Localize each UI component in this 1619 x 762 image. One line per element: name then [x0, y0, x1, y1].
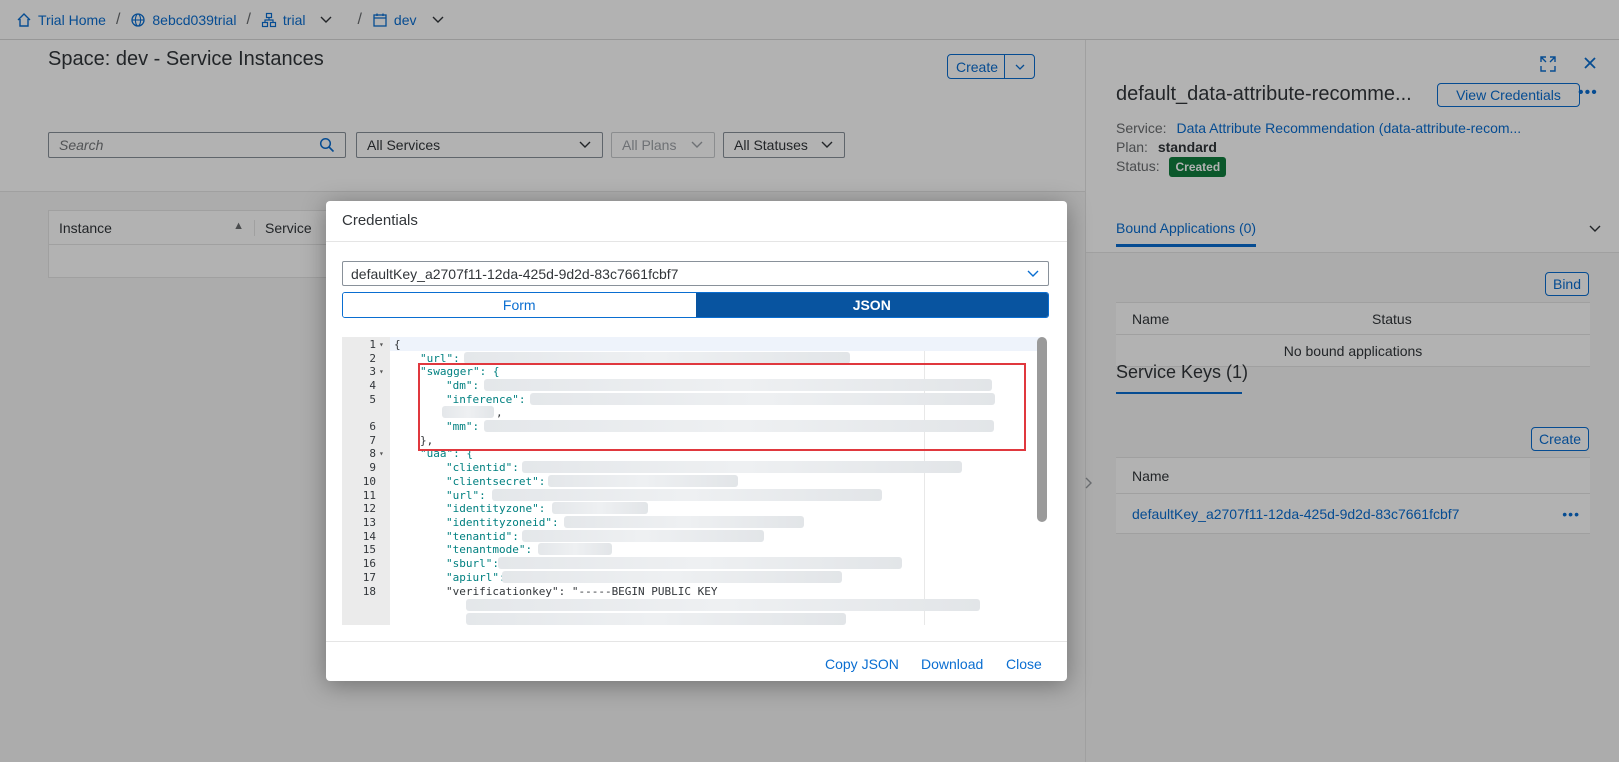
- redacted-value: [498, 557, 902, 569]
- editor-scrollbar[interactable]: [1037, 337, 1047, 522]
- redacted-value: [502, 571, 842, 583]
- redacted-value: [466, 599, 980, 611]
- view-mode-toggle: Form JSON: [342, 292, 1049, 318]
- line-number: 9: [369, 461, 376, 474]
- redacted-value: [466, 613, 846, 625]
- chevron-down-icon: [1027, 270, 1039, 277]
- fold-arrow-icon[interactable]: ▾: [379, 340, 384, 349]
- line-number: 1: [369, 338, 376, 351]
- code-line: "clientsecret":: [446, 475, 546, 488]
- download-button[interactable]: Download: [921, 656, 983, 672]
- code-line: "sburl":: [446, 557, 499, 570]
- redacted-value: [522, 461, 962, 473]
- line-number: 8: [369, 447, 376, 460]
- code-line: "url":: [446, 489, 486, 502]
- line-number: 14: [362, 530, 376, 543]
- tab-form[interactable]: Form: [343, 293, 696, 317]
- code-line: "apiurl":: [446, 571, 506, 584]
- line-number: 7: [369, 434, 376, 447]
- code-line: "identityzoneid":: [446, 516, 559, 529]
- code-line: "verificationkey": "-----BEGIN PUBLIC KE…: [446, 585, 718, 598]
- line-number: 11: [362, 489, 376, 502]
- code-line: "tenantid":: [446, 530, 519, 543]
- code-line: "identityzone":: [446, 502, 546, 515]
- redacted-value: [538, 543, 612, 555]
- close-button[interactable]: Close: [1006, 656, 1042, 672]
- line-number: 3: [369, 365, 376, 378]
- line-number: 4: [369, 379, 376, 392]
- code-line: {: [394, 338, 401, 351]
- fold-arrow-icon[interactable]: ▾: [379, 367, 384, 376]
- highlight-annotation-box: [418, 363, 1026, 451]
- redacted-value: [552, 502, 648, 514]
- line-number: 12: [362, 502, 376, 515]
- dialog-footer-divider: [326, 641, 1067, 642]
- line-number: 17: [362, 571, 376, 584]
- redacted-value: [492, 489, 882, 501]
- dialog-title: Credentials: [342, 212, 418, 229]
- line-number: 10: [362, 475, 376, 488]
- redacted-value: [522, 530, 764, 542]
- line-number: 15: [362, 543, 376, 556]
- line-number: 5: [369, 393, 376, 406]
- redacted-value: [564, 516, 804, 528]
- redacted-value: [548, 475, 738, 487]
- service-key-select[interactable]: defaultKey_a2707f11-12da-425d-9d2d-83c76…: [342, 261, 1049, 286]
- service-key-select-value: defaultKey_a2707f11-12da-425d-9d2d-83c76…: [351, 265, 679, 282]
- chevron-right-icon: [1085, 477, 1092, 489]
- code-line: "tenantmode":: [446, 543, 533, 556]
- line-number: 18: [362, 585, 376, 598]
- line-number: 2: [369, 352, 376, 365]
- copy-json-button[interactable]: Copy JSON: [825, 656, 899, 672]
- fold-arrow-icon[interactable]: ▾: [379, 449, 384, 458]
- active-line-highlight: [390, 337, 1042, 351]
- line-number: 13: [362, 516, 376, 529]
- tab-json[interactable]: JSON: [695, 293, 1048, 317]
- line-number: 16: [362, 557, 376, 570]
- dialog-header-divider: [326, 241, 1067, 242]
- line-number: 6: [369, 420, 376, 433]
- code-line: "clientid":: [446, 461, 519, 474]
